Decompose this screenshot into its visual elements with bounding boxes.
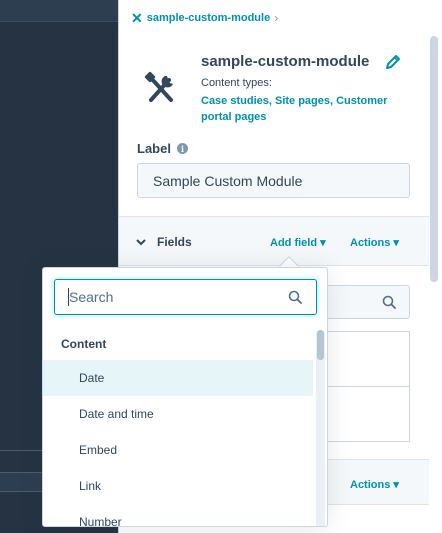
- editor-top-strip: [0, 0, 118, 22]
- breadcrumb[interactable]: ✕ sample-custom-module ›: [131, 11, 278, 25]
- option-date[interactable]: Date: [43, 360, 313, 396]
- pencil-icon[interactable]: [385, 54, 401, 70]
- option-date-and-time[interactable]: Date and time: [43, 396, 313, 432]
- caret-down-icon: ▾: [393, 237, 399, 249]
- label-field[interactable]: Sample Custom Module: [137, 163, 410, 198]
- breadcrumb-label[interactable]: sample-custom-module: [147, 12, 270, 24]
- module-title: sample-custom-module: [201, 53, 370, 70]
- group-header-content: Content: [61, 337, 107, 351]
- close-icon[interactable]: ✕: [131, 11, 143, 25]
- add-field-popover: Content Date Date and time Embed Link Nu…: [42, 267, 328, 527]
- search-icon: [288, 290, 302, 304]
- fields-title[interactable]: Fields: [157, 235, 192, 249]
- section-actions-button[interactable]: Actions ▾: [350, 478, 399, 491]
- option-embed[interactable]: Embed: [43, 432, 313, 468]
- scrollbar-thumb[interactable]: [317, 330, 324, 360]
- popover-search-input[interactable]: [69, 288, 269, 306]
- caret-down-icon: ▾: [393, 479, 399, 491]
- label-heading: Label i: [137, 141, 188, 156]
- caret-down-icon: ▾: [320, 237, 326, 249]
- fields-actions-label[interactable]: Actions: [350, 237, 390, 249]
- label-heading-text: Label: [137, 141, 171, 156]
- chevron-down-icon[interactable]: [136, 237, 146, 247]
- popover-scrollbar[interactable]: [316, 330, 325, 526]
- fields-actions-button[interactable]: Actions ▾: [350, 236, 399, 249]
- search-icon: [382, 295, 396, 309]
- content-types-links[interactable]: Case studies, Site pages, Customer porta…: [201, 93, 401, 125]
- add-field-button[interactable]: Add field ▾: [270, 236, 326, 249]
- sidebar-scrollbar[interactable]: [430, 36, 438, 282]
- content-types-label: Content types:: [201, 77, 272, 89]
- chevron-right-icon: ›: [274, 11, 279, 25]
- add-field-label[interactable]: Add field: [270, 237, 317, 249]
- option-number[interactable]: Number: [43, 504, 313, 526]
- fields-section-header: Fields Add field ▾ Actions ▾: [119, 216, 429, 266]
- option-link[interactable]: Link: [43, 468, 313, 504]
- section-actions-label[interactable]: Actions: [350, 479, 390, 491]
- info-icon[interactable]: i: [176, 143, 188, 154]
- tools-icon: [144, 71, 173, 102]
- field-type-list: Date Date and time Embed Link Number: [43, 360, 313, 526]
- popover-search-box[interactable]: [54, 279, 317, 315]
